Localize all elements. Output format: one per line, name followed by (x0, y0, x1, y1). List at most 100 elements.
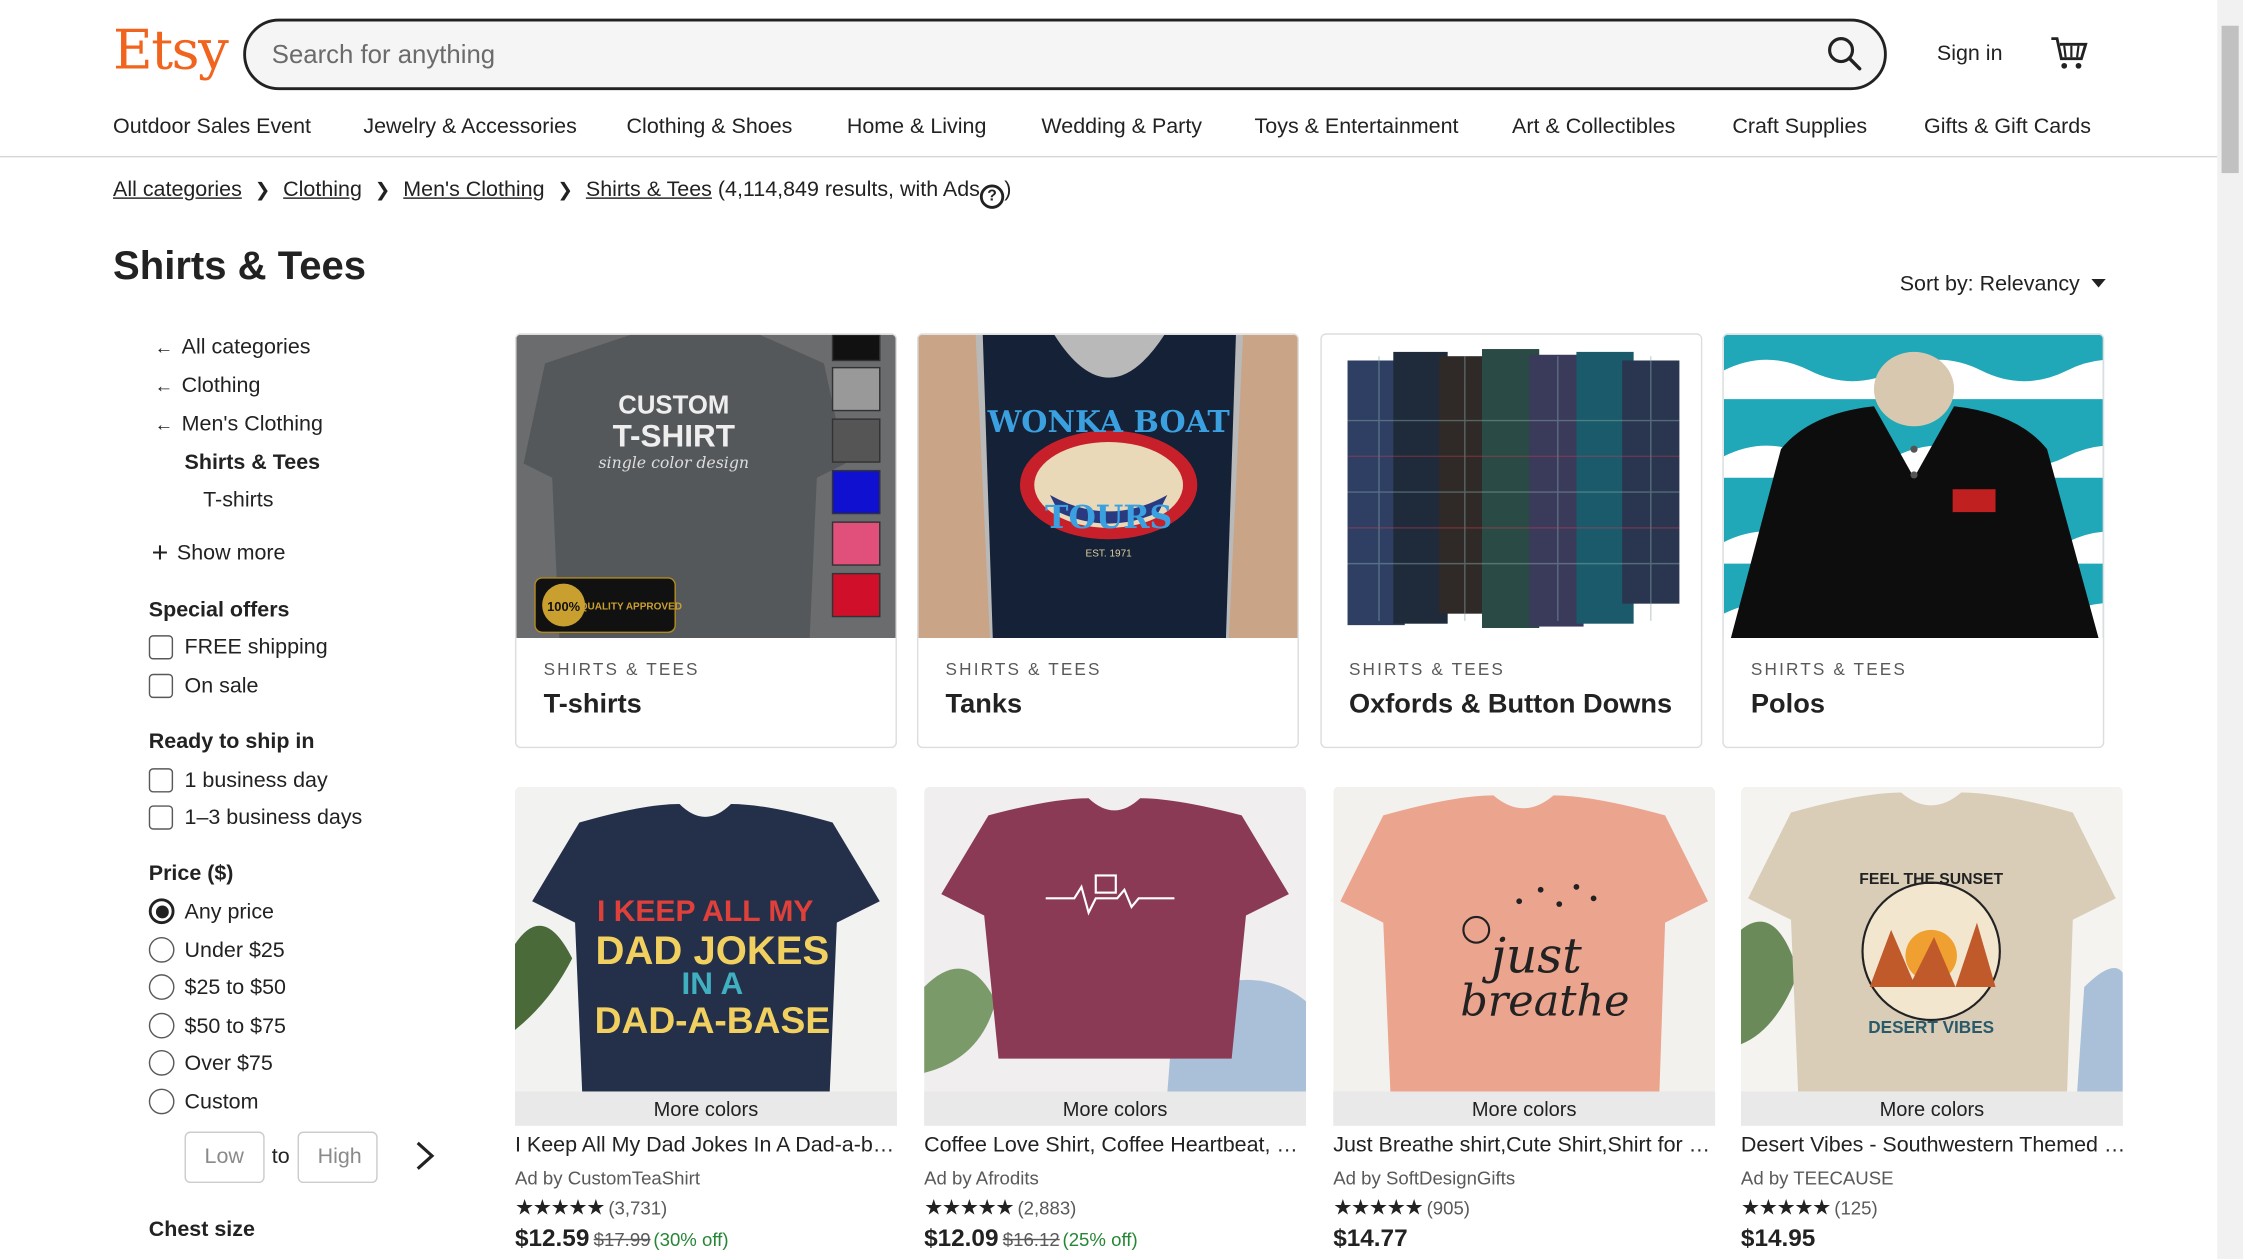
chevron-right-icon[interactable] (412, 1139, 438, 1173)
sidebar-nav-label: Men's Clothing (181, 411, 323, 437)
nav-jewelry-accessories[interactable]: Jewelry & Accessories (363, 114, 576, 138)
sidebar-nav-all-categories[interactable]: ← All categories (154, 335, 310, 359)
listing-image[interactable]: FEEL THE SUNSET DESERT VIBES (1740, 786, 2123, 1093)
price-to-label: to (271, 1144, 290, 1169)
listing-price: $12.09 $16.12 (25% off) (924, 1225, 1138, 1254)
nav-gifts-gift-cards[interactable]: Gifts & Gift Cards (1924, 114, 2091, 138)
price-50-75-radio[interactable]: $50 to $75 (148, 1012, 286, 1039)
price-discount: (25% off) (1062, 1228, 1138, 1251)
svg-text:EST. 1971: EST. 1971 (1086, 548, 1133, 559)
sort-dropdown[interactable]: Sort by: Relevancy (1900, 272, 2106, 296)
svg-text:breathe: breathe (1460, 977, 1629, 1027)
listing-shop[interactable]: Ad by TEECAUSE (1741, 1167, 1894, 1188)
checkbox[interactable] (148, 805, 174, 830)
price-25-50-radio[interactable]: $25 to $50 (148, 974, 286, 1000)
listing-image[interactable]: just breathe (1333, 786, 1716, 1093)
sign-in-link[interactable]: Sign in (1937, 41, 2003, 65)
price-under-25-radio[interactable]: Under $25 (148, 936, 285, 963)
search-input[interactable] (271, 37, 1774, 72)
listing-rating: ★★★★★ (3,731) (515, 1194, 667, 1220)
arrow-left-icon: ← (154, 413, 174, 435)
listing-rating: ★★★★★ (125) (1741, 1194, 1878, 1220)
breadcrumb-all-categories[interactable]: All categories (113, 177, 242, 201)
breadcrumb-mens-clothing[interactable]: Men's Clothing (403, 177, 544, 201)
radio[interactable] (148, 1049, 175, 1076)
radio[interactable] (148, 1088, 175, 1115)
sidebar-subcategory-tshirts[interactable]: T-shirts (203, 488, 273, 512)
show-more-label: Show more (176, 540, 286, 566)
svg-text:FEEL THE SUNSET: FEEL THE SUNSET (1859, 871, 2003, 888)
svg-text:DAD-A-BASE: DAD-A-BASE (595, 999, 831, 1041)
listing-title[interactable]: I Keep All My Dad Jokes In A Dad-a-base … (515, 1133, 901, 1157)
plus-icon: + (151, 537, 169, 570)
price-current: $12.59 (514, 1224, 590, 1252)
scrollbar[interactable] (2217, 0, 2243, 1259)
breadcrumb: All categories ❯ Clothing ❯ Men's Clothing ❯ S… (113, 177, 1011, 209)
radio-label: Over $75 (184, 1050, 273, 1076)
category-tile-tanks[interactable]: WONKA BOAT TOURS EST. 1971 SHIRTS & TEES… (916, 333, 1299, 749)
sidebar-nav-mens-clothing[interactable]: ← Men's Clothing (154, 412, 322, 436)
listing-shop[interactable]: Ad by CustomTeaShirt (515, 1167, 700, 1188)
help-icon[interactable]: ? (979, 184, 1005, 209)
free-shipping-checkbox[interactable]: FREE shipping (148, 635, 328, 660)
breadcrumb-shirts-tees[interactable]: Shirts & Tees (586, 177, 712, 201)
price-over-75-radio[interactable]: Over $75 (148, 1049, 273, 1076)
listing-image[interactable] (924, 786, 1307, 1093)
chevron-right-icon: ❯ (254, 178, 271, 201)
listing-title[interactable]: Desert Vibes - Southwestern Themed Shirt (1741, 1133, 2127, 1157)
sidebar-nav-clothing[interactable]: ← Clothing (154, 373, 260, 397)
listing-image[interactable]: I KEEP ALL MY DAD JOKES IN A DAD-A-BASE (514, 786, 897, 1093)
scrollbar-thumb[interactable] (2221, 25, 2239, 174)
show-more-button[interactable]: + Show more (152, 538, 286, 571)
checkbox[interactable] (148, 768, 174, 793)
chest-size-heading: Chest size (148, 1217, 255, 1242)
nav-home-living[interactable]: Home & Living (847, 114, 987, 138)
more-colors-label: More colors (1740, 1091, 2123, 1126)
nav-clothing-shoes[interactable]: Clothing & Shoes (627, 114, 793, 138)
listing-title[interactable]: Just Breathe shirt,Cute Shirt,Shirt for … (1333, 1133, 1719, 1157)
tile-label: Oxfords & Button Downs (1348, 689, 1673, 720)
etsy-logo[interactable]: Etsy (113, 19, 229, 82)
listing-shop[interactable]: Ad by SoftDesignGifts (1333, 1167, 1515, 1188)
tile-kicker: SHIRTS & TEES (1348, 659, 1506, 680)
radio[interactable] (148, 936, 175, 963)
review-count: (3,731) (608, 1197, 668, 1219)
on-sale-checkbox[interactable]: On sale (148, 673, 258, 699)
price-current: $14.77 (1333, 1224, 1408, 1252)
star-rating-icon: ★★★★★ (514, 1195, 605, 1221)
svg-text:QUALITY APPROVED: QUALITY APPROVED (580, 601, 682, 612)
svg-text:single color design: single color design (598, 453, 749, 472)
ship-1-3-days-checkbox[interactable]: 1–3 business days (148, 805, 362, 830)
search-icon[interactable] (1824, 33, 1867, 76)
radio-selected[interactable] (148, 898, 175, 925)
category-tile-polos[interactable]: SHIRTS & TEES Polos (1722, 333, 2105, 749)
listing-shop[interactable]: Ad by Afrodits (924, 1167, 1039, 1188)
search-bar[interactable] (243, 18, 1887, 91)
price-original: $16.12 (1002, 1228, 1060, 1251)
checkbox[interactable] (148, 673, 174, 699)
price-custom-radio[interactable]: Custom (148, 1088, 258, 1115)
listing-title[interactable]: Coffee Love Shirt, Coffee Heartbeat, Cof… (924, 1133, 1310, 1157)
checkbox[interactable] (148, 635, 174, 660)
more-colors-label: More colors (514, 1091, 897, 1126)
radio[interactable] (148, 974, 175, 1000)
nav-outdoor-sales-event[interactable]: Outdoor Sales Event (113, 114, 311, 138)
arrow-left-icon: ← (154, 374, 174, 397)
listing-price: $14.77 (1333, 1225, 1415, 1254)
price-any-radio[interactable]: Any price (148, 898, 274, 925)
nav-toys-entertainment[interactable]: Toys & Entertainment (1255, 114, 1459, 138)
polos-tile-image (1723, 334, 2103, 639)
price-high-input[interactable]: High (297, 1131, 378, 1184)
category-tile-tshirts[interactable]: CUSTOM T-SHIRT single color design 100% … (514, 333, 897, 749)
breadcrumb-clothing[interactable]: Clothing (283, 177, 362, 201)
nav-craft-supplies[interactable]: Craft Supplies (1732, 114, 1867, 138)
price-low-input[interactable]: Low (184, 1131, 265, 1184)
ship-1-day-checkbox[interactable]: 1 business day (148, 768, 328, 793)
radio[interactable] (148, 1012, 175, 1039)
more-colors-label: More colors (1333, 1091, 1716, 1126)
nav-wedding-party[interactable]: Wedding & Party (1041, 114, 1202, 138)
cart-icon[interactable] (2048, 33, 2088, 73)
radio-label: $50 to $75 (184, 1013, 286, 1038)
category-tile-oxfords[interactable]: SHIRTS & TEES Oxfords & Button Downs (1320, 333, 1703, 749)
nav-art-collectibles[interactable]: Art & Collectibles (1512, 114, 1675, 138)
